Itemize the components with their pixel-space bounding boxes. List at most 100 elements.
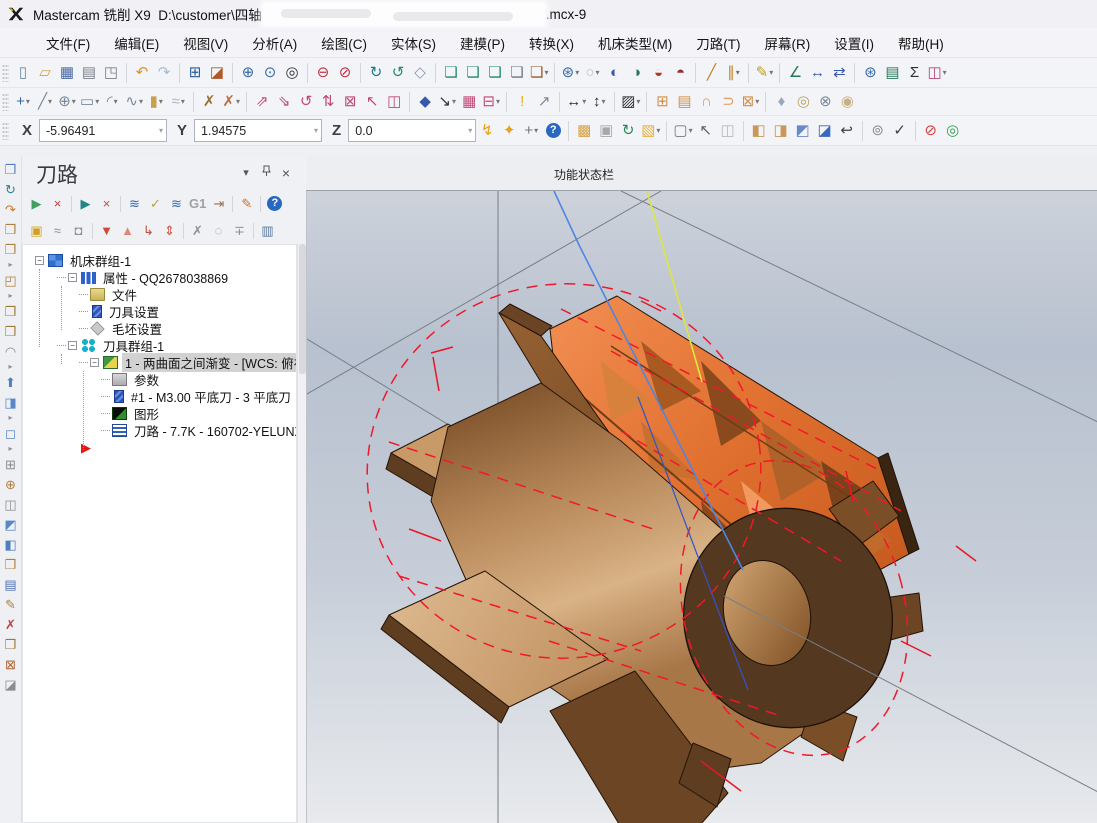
create-fillet-icon[interactable]: ◜▾ — [101, 90, 123, 114]
tree-row[interactable]: −1 - 两曲面之间渐变 - [WCS: 俯视图] — [23, 354, 296, 371]
sidebar-cube-pair-icon[interactable]: ◨ — [1, 393, 21, 412]
tree-expander-icon[interactable]: − — [68, 273, 77, 282]
layout-icon[interactable]: ◫▾ — [925, 61, 948, 85]
tree-expander-icon[interactable]: − — [68, 341, 77, 350]
menu-item-8[interactable]: 机床类型(M) — [586, 29, 684, 57]
xform-rotate-icon[interactable]: ↺ — [295, 90, 317, 114]
create-surface-icon[interactable]: ≈▾ — [167, 90, 189, 114]
sidebar-wcs-cube-2-icon[interactable]: ❒ — [1, 322, 21, 341]
x-coord-input[interactable] — [46, 124, 158, 138]
menu-item-7[interactable]: 转换(X) — [517, 29, 586, 57]
break-icon[interactable]: ✗▾ — [220, 90, 242, 114]
leader-icon[interactable]: ↗ — [533, 90, 555, 114]
regenerate-all-icon[interactable]: ≋ — [124, 193, 145, 215]
menu-item-6[interactable]: 建模(P) — [448, 29, 517, 57]
create-rectangle-dropdown-icon[interactable]: ▾ — [95, 97, 99, 106]
print-preview-icon[interactable]: ◳ — [100, 61, 122, 85]
tree-row[interactable]: 毛坯设置 — [23, 320, 296, 337]
sidebar-gview-cube-2-icon[interactable]: ◰ — [1, 271, 21, 290]
refresh-selection-icon[interactable]: ↻ — [617, 119, 639, 143]
tree-insert-arrow-row[interactable]: ▶ — [23, 439, 296, 456]
surface-flat-icon[interactable]: ▤ — [673, 90, 695, 114]
surface-trim-dropdown-icon[interactable]: ▾ — [755, 97, 759, 106]
line-width-icon[interactable]: ∥▾ — [722, 61, 744, 85]
screen-next-dropdown-icon[interactable]: ▾ — [496, 97, 500, 106]
tree-row[interactable]: #1 - M3.00 平底刀 - 3 平底刀 — [23, 388, 296, 405]
solid-select-body-icon[interactable]: ◨ — [770, 119, 792, 143]
ghost-operations-icon[interactable]: ◘ — [68, 220, 89, 242]
new-file-icon[interactable]: ▯ — [12, 61, 34, 85]
gview-iso-icon[interactable]: ❏ — [506, 61, 528, 85]
axis-snap-icon[interactable]: +▾ — [520, 119, 542, 143]
analyze-entity-icon[interactable]: ∠ — [784, 61, 806, 85]
sidebar-gview-cube-1-icon[interactable]: ❒ — [1, 240, 21, 259]
solid-select-ghost-icon[interactable]: ◫ — [717, 119, 739, 143]
print-icon[interactable]: ▤ — [78, 61, 100, 85]
wcs-globe-icon[interactable]: ⊛▾ — [559, 61, 581, 85]
sidebar-plane-select-icon[interactable]: ❒ — [1, 160, 21, 179]
create-surface-dropdown-icon[interactable]: ▾ — [181, 97, 185, 106]
toolbar-grip[interactable] — [2, 93, 9, 111]
menu-item-2[interactable]: 视图(V) — [171, 29, 240, 57]
create-fillet-dropdown-icon[interactable]: ▾ — [114, 97, 118, 106]
save-icon[interactable]: ▦ — [56, 61, 78, 85]
sidebar-sketch-curve-icon[interactable]: ↷ — [1, 200, 21, 219]
viewport-canvas[interactable] — [307, 191, 1097, 823]
create-point-icon[interactable]: +▾ — [12, 90, 34, 114]
sidebar-view-cube-3d-icon[interactable]: ◪ — [1, 675, 21, 694]
line-style-icon[interactable]: ╱ — [700, 61, 722, 85]
sidebar-mesh-cube-icon[interactable]: ⊞ — [1, 455, 21, 474]
view-sheet-icon[interactable]: ◇ — [409, 61, 431, 85]
tree-row[interactable]: 文件 — [23, 286, 296, 303]
xform-stretch-icon[interactable]: ↖ — [361, 90, 383, 114]
report-icon[interactable]: ▤ — [881, 61, 903, 85]
screen-next-icon[interactable]: ⊟▾ — [480, 90, 502, 114]
tree-row[interactable]: 刀路 - 7.7K - 160702-YELUNXIAO.I — [23, 422, 296, 439]
solid-select-back-icon[interactable]: ◩ — [792, 119, 814, 143]
menu-item-10[interactable]: 屏幕(R) — [753, 29, 823, 57]
hatch-dropdown-icon[interactable]: ▾ — [636, 97, 640, 106]
tree-row[interactable]: 图形 — [23, 405, 296, 422]
selection-box-dropdown-icon[interactable]: ▾ — [689, 126, 693, 135]
sidebar-expander-icon[interactable]: ▸ — [8, 413, 12, 423]
help-icon[interactable]: ? — [542, 119, 564, 143]
display-tool-icon[interactable]: ∓ — [229, 220, 250, 242]
surface-sweep-icon[interactable]: ⊃ — [717, 90, 739, 114]
select-ops-by-tool-icon[interactable]: ▶ — [75, 193, 96, 215]
surface-trim-icon[interactable]: ⊠▾ — [739, 90, 761, 114]
sidebar-cplane-cube-icon[interactable]: ❒ — [1, 220, 21, 239]
autocursor-config-icon[interactable]: ✦ — [498, 119, 520, 143]
sidebar-expander-icon[interactable]: ▸ — [8, 444, 12, 454]
create-line-dropdown-icon[interactable]: ▾ — [48, 97, 52, 106]
open-file-icon[interactable]: ▱ — [34, 61, 56, 85]
z-coord-input[interactable] — [355, 124, 467, 138]
sidebar-select-corner-icon[interactable]: ◩ — [1, 515, 21, 534]
create-line-icon[interactable]: ╱▾ — [34, 90, 56, 114]
tree-row[interactable]: −属性 - QQ2678038869 — [23, 269, 296, 286]
sidebar-expander-icon[interactable]: ▸ — [8, 260, 12, 270]
gears-icon[interactable]: ⊛ — [859, 61, 881, 85]
menu-item-12[interactable]: 帮助(H) — [886, 29, 956, 57]
create-cylinder-dropdown-icon[interactable]: ▾ — [159, 97, 163, 106]
sidebar-wcs-cube-1-icon[interactable]: ❒ — [1, 302, 21, 321]
create-rectangle-icon[interactable]: ▭▾ — [78, 90, 101, 114]
autocursor-lightning-icon[interactable]: ↯ — [476, 119, 498, 143]
toolbar-grip[interactable] — [2, 122, 9, 140]
dim-horizontal-icon[interactable]: ↔▾ — [564, 90, 588, 114]
menu-item-1[interactable]: 编辑(E) — [102, 29, 171, 57]
xform-translate-icon[interactable]: ⇗ — [251, 90, 273, 114]
toggle-toolpath-display-icon[interactable]: ≈ — [47, 220, 68, 242]
sidebar-dotted-cube-icon[interactable]: ❒ — [1, 555, 21, 574]
toolbar-grip[interactable] — [2, 64, 9, 82]
move-insert-down-icon[interactable]: ▼ — [96, 220, 117, 242]
xform-array-icon[interactable]: ◫ — [383, 90, 405, 114]
sidebar-axis-cube-icon[interactable]: ❒ — [1, 635, 21, 654]
xform-offset-icon[interactable]: ⇘ — [273, 90, 295, 114]
solids-boolean-icon[interactable]: ◆ — [414, 90, 436, 114]
tree-item-label[interactable]: 刀路 - 7.7K - 160702-YELUNXIAO.I — [131, 421, 297, 440]
y-coord-input[interactable] — [201, 124, 313, 138]
machine-def-icon[interactable]: ◎ — [792, 90, 814, 114]
surface-net-icon[interactable]: ⊞ — [651, 90, 673, 114]
tree-expander-icon[interactable]: − — [35, 256, 44, 265]
sidebar-frame-nodes-icon[interactable]: ◻ — [1, 424, 21, 443]
